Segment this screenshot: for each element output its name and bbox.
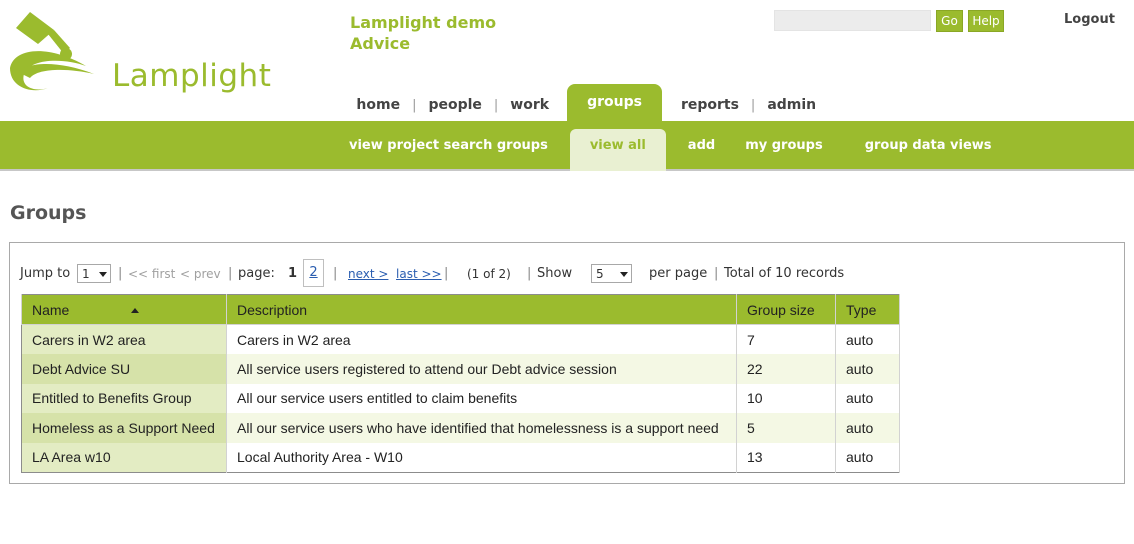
group-name-cell[interactable]: Entitled to Benefits Group — [21, 383, 227, 413]
sub-nav: view project search groups view all add … — [0, 121, 1134, 171]
nav-home[interactable]: home — [356, 97, 400, 122]
search-input[interactable] — [774, 10, 931, 31]
pager-separator: | — [444, 266, 449, 281]
site-title-line2: Advice — [350, 34, 411, 53]
jump-to-label: Jump to — [20, 266, 71, 281]
column-header-label: Name — [32, 301, 70, 318]
nav-separator: | — [493, 98, 499, 113]
column-header-description[interactable]: Description — [226, 294, 737, 325]
column-header-type[interactable]: Type — [835, 294, 900, 325]
column-header-label: Group size — [747, 301, 815, 318]
pager-separator: | — [714, 266, 719, 281]
jump-to-select[interactable]: 1 — [77, 264, 111, 283]
table-row[interactable]: LA Area w10 Local Authority Area - W10 1… — [21, 442, 900, 472]
per-page-label: per page — [649, 266, 708, 281]
subnav-view-project-search-groups[interactable]: view project search groups — [349, 129, 548, 171]
logo-text: Lamplight — [112, 58, 272, 94]
next-link[interactable]: next > — [348, 265, 388, 283]
group-type-cell: auto — [835, 442, 900, 472]
nav-separator: | — [412, 98, 417, 113]
table-row[interactable]: Debt Advice SU All service users registe… — [21, 354, 900, 384]
column-header-label: Description — [237, 301, 308, 318]
subnav-view-all[interactable]: view all — [569, 129, 666, 171]
current-page: 1 — [288, 266, 298, 281]
group-type-cell: auto — [835, 383, 900, 413]
jump-to-value: 1 — [82, 267, 90, 281]
pager-separator: | — [228, 266, 233, 281]
group-name-cell[interactable]: LA Area w10 — [21, 442, 227, 472]
group-size-cell: 7 — [736, 324, 836, 354]
table-header-row: Name Description Group size Type — [21, 294, 900, 325]
nav-work[interactable]: work — [510, 97, 549, 122]
pager-separator: | — [118, 266, 123, 281]
table-row[interactable]: Entitled to Benefits Group All our servi… — [21, 383, 900, 413]
nav-separator: | — [750, 98, 756, 113]
table-row[interactable]: Carers in W2 area Carers in W2 area 7 au… — [21, 324, 900, 354]
total-records: Total of 10 records — [724, 266, 845, 281]
group-description-cell: Local Authority Area - W10 — [226, 442, 737, 472]
page-count: (1 of 2) — [467, 267, 511, 281]
groups-table: Name Description Group size Type Carers … — [21, 294, 900, 473]
group-description-cell: All our service users who have identifie… — [226, 413, 737, 443]
lamp-icon — [10, 12, 94, 91]
column-header-name[interactable]: Name — [21, 294, 227, 325]
group-size-cell: 13 — [736, 442, 836, 472]
column-header-group-size[interactable]: Group size — [736, 294, 836, 325]
main-nav: | home | people | work groups reports | … — [340, 84, 816, 122]
subnav-add[interactable]: add — [688, 129, 715, 171]
logout-link[interactable]: Logout — [1064, 12, 1115, 27]
group-type-cell: auto — [835, 413, 900, 443]
group-description-cell: All service users registered to attend o… — [226, 354, 737, 384]
nav-admin[interactable]: admin — [767, 97, 816, 122]
table-row[interactable]: Homeless as a Support Need All our servi… — [21, 413, 900, 443]
group-description-cell: Carers in W2 area — [226, 324, 737, 354]
group-name-cell[interactable]: Debt Advice SU — [21, 354, 227, 384]
help-button[interactable]: Help — [968, 10, 1004, 32]
prev-link: < prev — [180, 267, 221, 281]
sort-ascending-icon — [131, 308, 140, 314]
nav-people[interactable]: people — [428, 97, 481, 122]
group-name-cell[interactable]: Homeless as a Support Need — [21, 413, 227, 443]
group-name-cell[interactable]: Carers in W2 area — [21, 324, 227, 354]
go-button[interactable]: Go — [936, 10, 963, 32]
subnav-my-groups[interactable]: my groups — [745, 129, 823, 171]
first-link: << first — [128, 267, 176, 281]
group-size-cell: 10 — [736, 383, 836, 413]
show-label: Show — [537, 266, 573, 281]
chevron-down-icon — [99, 272, 107, 277]
site-title-line1: Lamplight demo — [350, 13, 497, 32]
last-link[interactable]: last >> — [396, 265, 442, 283]
group-type-cell: auto — [835, 324, 900, 354]
group-size-cell: 5 — [736, 413, 836, 443]
chevron-down-icon — [620, 272, 628, 277]
page-label: page: — [238, 266, 275, 281]
group-size-cell: 22 — [736, 354, 836, 384]
pager-separator: | — [527, 266, 532, 281]
group-description-cell: All our service users entitled to claim … — [226, 383, 737, 413]
group-type-cell: auto — [835, 354, 900, 384]
subnav-group-data-views[interactable]: group data views — [865, 129, 992, 171]
nav-reports[interactable]: reports — [681, 97, 739, 122]
per-page-select[interactable]: 5 — [591, 264, 632, 283]
nav-groups[interactable]: groups — [567, 84, 662, 122]
column-header-label: Type — [846, 301, 877, 318]
site-title: Lamplight demo Advice — [350, 12, 496, 54]
per-page-value: 5 — [596, 267, 604, 281]
groups-panel: Jump to 1 | << first < prev | page: 1 2 … — [9, 242, 1125, 484]
page-title: Groups — [10, 202, 87, 224]
page-2-link[interactable]: 2 — [303, 259, 324, 287]
lamplight-logo[interactable]: Lamplight — [8, 8, 278, 94]
pager-separator: | — [333, 266, 338, 281]
